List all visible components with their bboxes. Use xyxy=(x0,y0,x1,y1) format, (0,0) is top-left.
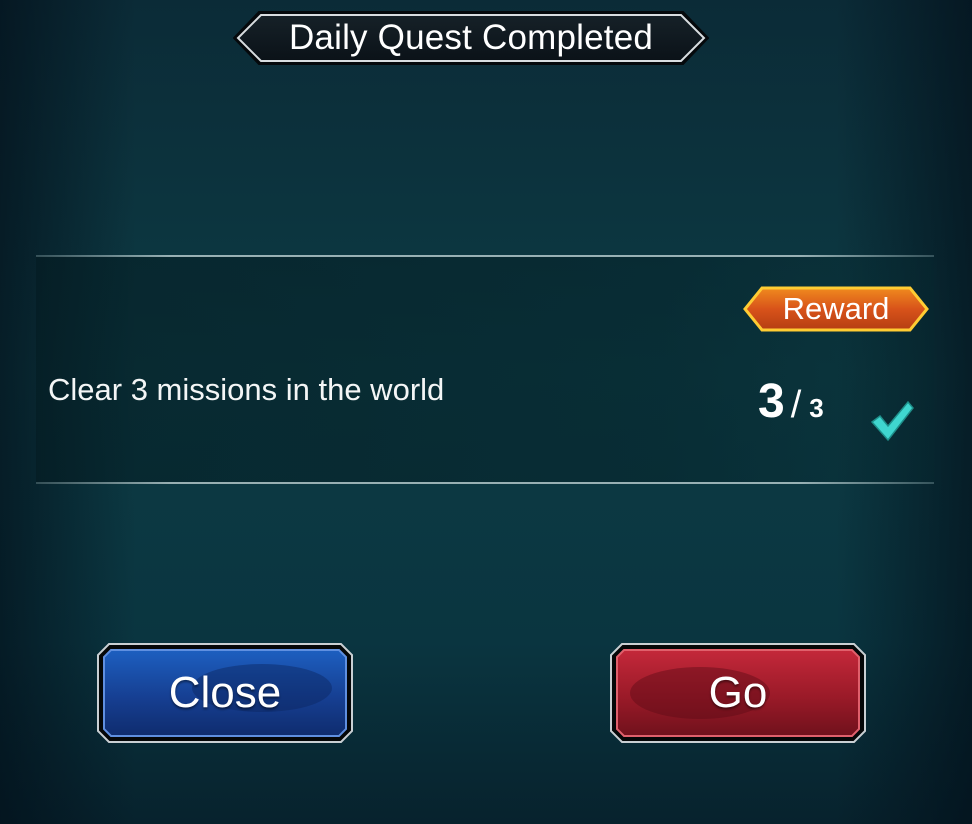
go-button[interactable]: Go xyxy=(610,643,866,743)
bottom-divider xyxy=(36,482,934,484)
checkmark-icon xyxy=(870,400,914,442)
quest-description: Clear 3 missions in the world xyxy=(48,372,445,407)
progress-total: 3 xyxy=(809,393,824,423)
progress-separator: / xyxy=(790,384,802,426)
title-banner: Daily Quest Completed xyxy=(233,11,709,65)
go-button-label: Go xyxy=(708,668,768,717)
progress-current: 3 xyxy=(758,375,785,428)
dialog-title: Daily Quest Completed xyxy=(288,18,654,57)
close-button[interactable]: Close xyxy=(97,643,353,743)
top-divider xyxy=(36,255,934,257)
quest-completed-dialog: Daily Quest Completed Clear 3 missions i… xyxy=(0,0,972,824)
reward-button[interactable]: Reward xyxy=(742,285,930,333)
close-button-label: Close xyxy=(168,668,282,717)
reward-label: Reward xyxy=(782,291,890,326)
quest-progress: 3 / 3 xyxy=(758,374,824,434)
